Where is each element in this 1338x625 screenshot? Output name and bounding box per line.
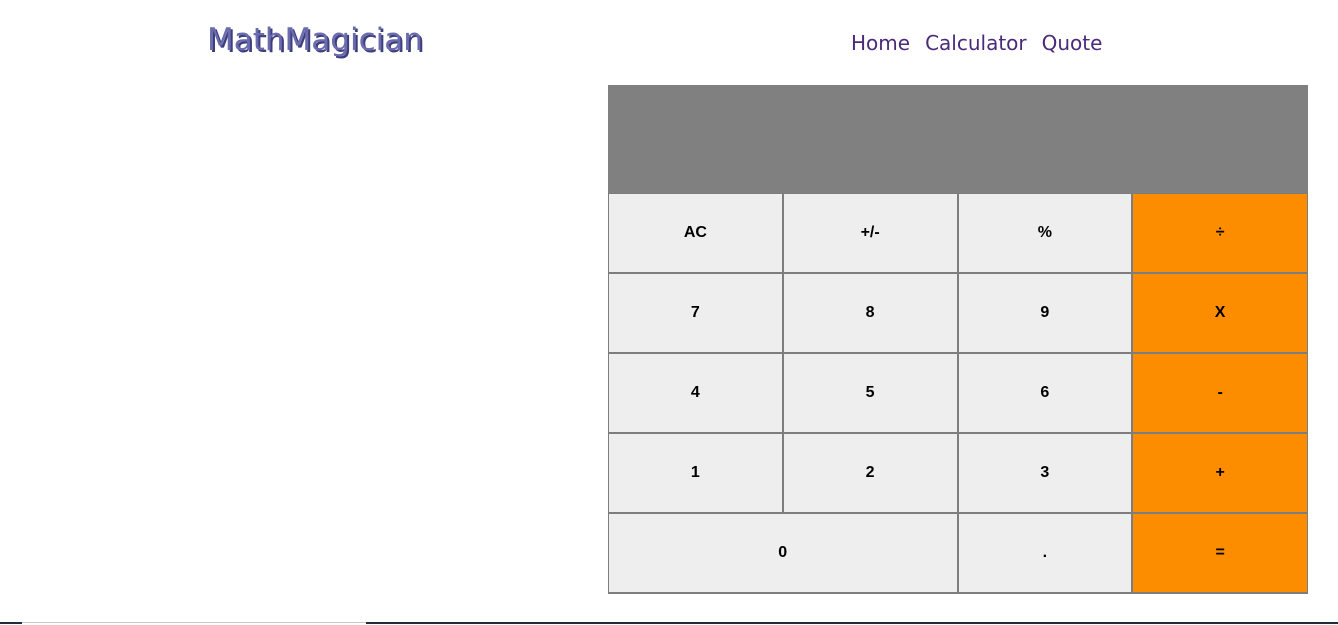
key-multiply-button[interactable]: X — [1133, 274, 1308, 354]
key-6-button[interactable]: 6 — [958, 354, 1134, 434]
key-1-button[interactable]: 1 — [609, 434, 784, 514]
footer-divider-segment — [366, 622, 1338, 624]
key-7-button[interactable]: 7 — [609, 274, 784, 354]
calculator-keypad: AC +/-% ÷ 7 8 9 X 4 5 6- 1 2 3 +0. = — [608, 193, 1308, 594]
key-clear-button[interactable]: AC — [609, 194, 784, 274]
key-decimal-button[interactable]: . — [958, 514, 1134, 594]
key-8-button[interactable]: 8 — [783, 274, 959, 354]
calculator-display — [608, 85, 1308, 193]
main-nav: Home Calculator Quote — [851, 29, 1102, 57]
key-add-button[interactable]: + — [1133, 434, 1308, 514]
nav-quote-link[interactable]: Quote — [1042, 29, 1103, 57]
key-3-button[interactable]: 3 — [958, 434, 1134, 514]
nav-home-link[interactable]: Home — [851, 29, 910, 57]
key-divide-button[interactable]: ÷ — [1133, 194, 1308, 274]
footer-divider-segment — [0, 622, 22, 624]
key-subtract-button[interactable]: - — [1133, 354, 1308, 434]
key-4-button[interactable]: 4 — [609, 354, 784, 434]
footer-divider-segment — [22, 622, 366, 623]
key-9-button[interactable]: 9 — [958, 274, 1134, 354]
key-equals-button[interactable]: = — [1133, 514, 1308, 594]
key-sign-button[interactable]: +/- — [783, 194, 959, 274]
key-2-button[interactable]: 2 — [783, 434, 959, 514]
key-0-button[interactable]: 0 — [609, 514, 959, 594]
logo: MathMagician — [207, 22, 423, 58]
key-percent-button[interactable]: % — [958, 194, 1134, 274]
nav-calculator-link[interactable]: Calculator — [925, 29, 1027, 57]
calculator: AC +/-% ÷ 7 8 9 X 4 5 6- 1 2 3 +0. = — [608, 85, 1308, 594]
key-5-button[interactable]: 5 — [783, 354, 959, 434]
